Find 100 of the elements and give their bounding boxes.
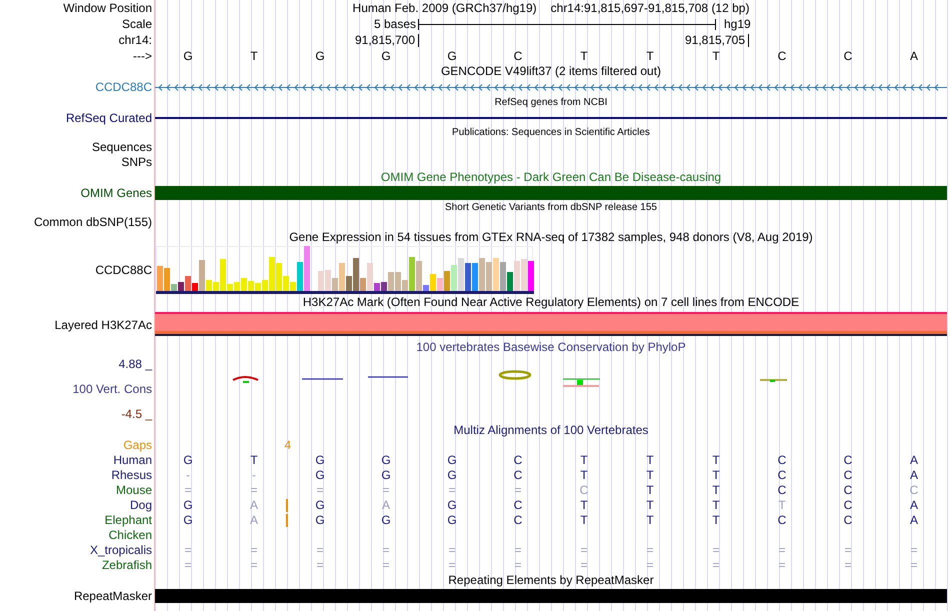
base-letter: G: [380, 468, 392, 483]
base-letter: =: [447, 558, 456, 573]
base-letter: G: [314, 498, 326, 513]
base-letter: T: [579, 468, 589, 483]
base-letter: =: [249, 543, 258, 558]
base-letter: G: [314, 513, 326, 528]
base-letter: T: [711, 453, 721, 468]
base-letter: =: [711, 543, 720, 558]
track-label: RepeatMasker: [74, 588, 152, 604]
base-letter: =: [513, 483, 522, 498]
base-letter: =: [315, 483, 324, 498]
base-letter: G: [446, 498, 458, 513]
base-letter: T: [777, 498, 787, 513]
track-label: Elephant: [104, 513, 152, 528]
track-title: Gene Expression in 54 tissues from GTEx RNA-seq of 17382 samples, 948 donors (V8, Aug 2019): [289, 230, 813, 245]
base-letter: C: [842, 498, 854, 513]
base-letter: =: [579, 543, 588, 558]
base-letter: A: [908, 468, 919, 483]
base-letter: A: [908, 48, 919, 64]
track-label: SNPs: [121, 155, 152, 170]
base-letter: =: [909, 558, 918, 573]
base-letter: G: [380, 453, 392, 468]
base-letter: =: [447, 483, 456, 498]
base-letter: =: [381, 543, 390, 558]
track-label: Rhesus: [111, 468, 152, 483]
base-letter: A: [908, 453, 919, 468]
base-letter: T: [711, 513, 721, 528]
base-letter: =: [447, 543, 456, 558]
base-letter: G: [446, 453, 458, 468]
base-letter: C: [776, 513, 788, 528]
axis-label: 4.88 _: [118, 357, 152, 372]
base-letter: =: [513, 558, 522, 573]
base-letter: A: [908, 498, 919, 513]
base-letter: =: [315, 558, 324, 573]
position-range: chr14:91,815,697-91,815,708 (12 bp): [550, 0, 750, 16]
base-letter: T: [645, 483, 655, 498]
base-letter: =: [249, 558, 258, 573]
base-letter: A: [248, 498, 259, 513]
track-label: OMIM Genes: [80, 186, 152, 200]
base-letter: C: [578, 483, 590, 498]
base-letter: =: [777, 543, 786, 558]
base-letter: =: [909, 543, 918, 558]
base-letter: C: [842, 453, 854, 468]
base-letter: =: [579, 558, 588, 573]
base-letter: =: [183, 483, 192, 498]
base-letter: C: [512, 48, 524, 64]
axis-label: -4.5 _: [121, 406, 152, 421]
base-letter: C: [908, 483, 920, 498]
base-letter: G: [182, 453, 194, 468]
base-letter: G: [314, 453, 326, 468]
track-label: Chicken: [108, 528, 152, 543]
base-letter: =: [381, 483, 390, 498]
base-letter: C: [512, 513, 524, 528]
base-letter: C: [842, 468, 854, 483]
base-letter: T: [579, 498, 589, 513]
base-letter: G: [182, 48, 194, 64]
track-label: --->: [133, 48, 152, 64]
base-letter: -: [185, 468, 191, 483]
track-title: Repeating Elements by RepeatMasker: [448, 573, 654, 588]
coordinate-label: 91,815,705: [683, 34, 749, 47]
base-letter: =: [183, 558, 192, 573]
base-letter: G: [314, 468, 326, 483]
base-letter: =: [843, 543, 852, 558]
track-label: Window Position: [63, 0, 152, 16]
base-letter: C: [776, 468, 788, 483]
track-label: Gaps: [123, 438, 152, 453]
base-letter: T: [579, 48, 589, 64]
base-letter: G: [446, 468, 458, 483]
base-letter: A: [248, 513, 259, 528]
track-title: Publications: Sequences in Scientific Articles: [452, 127, 650, 139]
base-letter: A: [908, 513, 919, 528]
gap-count: 4: [284, 438, 291, 452]
track-label: RefSeq Curated: [66, 110, 152, 126]
track-title: OMIM Gene Phenotypes - Dark Green Can Be Disease-causing: [380, 170, 722, 185]
track-label: chr14:: [118, 33, 152, 48]
track-title: RefSeq genes from NCBI: [494, 97, 608, 109]
track-label: X_tropicalis: [90, 543, 152, 558]
base-letter: T: [645, 513, 655, 528]
track-label: 100 Vert. Cons: [72, 382, 152, 396]
base-letter: T: [249, 48, 259, 64]
base-letter: =: [843, 558, 852, 573]
track-label: CCDC88C: [95, 80, 152, 95]
base-letter: T: [645, 453, 655, 468]
track-label: CCDC88C: [95, 262, 152, 278]
base-letter: T: [579, 453, 589, 468]
base-letter: T: [711, 498, 721, 513]
track-label: Mouse: [116, 483, 152, 498]
base-letter: G: [182, 498, 194, 513]
base-letter: G: [380, 48, 392, 64]
base-letter: G: [380, 513, 392, 528]
base-letter: C: [776, 48, 788, 64]
base-letter: T: [579, 513, 589, 528]
base-letter: G: [446, 48, 458, 64]
track-title: 100 vertebrates Basewise Conservation by PhyloP: [416, 340, 686, 355]
base-letter: =: [645, 543, 654, 558]
base-letter: =: [315, 543, 324, 558]
base-letter: T: [711, 468, 721, 483]
base-letter: C: [776, 453, 788, 468]
track-label: Sequences: [92, 140, 152, 155]
track-label: Common dbSNP(155): [34, 215, 152, 230]
